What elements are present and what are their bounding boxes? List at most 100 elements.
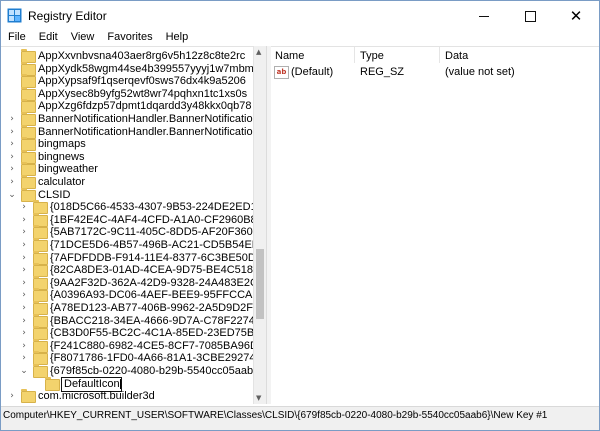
chevron-right-icon[interactable]: › [7, 390, 17, 403]
tree-item[interactable]: › bingnews [1, 149, 253, 164]
list-item[interactable]: ab (Default) REG_SZ (value not set) [271, 64, 599, 80]
tree-item-label: {9AA2F32D-362A-42D9-9328-24A483E2CCC3} [50, 276, 253, 289]
chevron-right-icon[interactable]: › [19, 340, 29, 353]
tree-item[interactable]: ⌄ {679f85cb-0220-4080-b29b-5540cc05aab6} [1, 364, 253, 378]
tree-item[interactable]: AppXxvnbvsna403aer8rg6v5h12z8c8te2rc [1, 49, 253, 63]
folder-icon [21, 389, 36, 404]
tree-item-label: {F8071786-1FD0-4A66-81A1-3CBE29274458} [50, 352, 253, 365]
minimize-icon [479, 15, 489, 17]
tree-item-label: bingmaps [38, 138, 86, 151]
tree-item[interactable]: › bingmaps [1, 137, 253, 152]
chevron-right-icon[interactable]: › [19, 315, 29, 328]
maximize-button[interactable] [507, 1, 553, 31]
tree-item[interactable]: AppXypsaf9f1qserqevf0sws76dx4k9a5206 [1, 74, 253, 89]
close-button[interactable]: ✕ [553, 1, 599, 31]
tree-item[interactable]: › BannerNotificationHandler.BannerNotific… [1, 112, 253, 126]
values-list-pane[interactable]: Name Type Data ab (Default) REG_SZ (valu… [271, 46, 599, 405]
tree-item-label: {A78ED123-AB77-406B-9962-2A5D9D2F7F30} [50, 302, 253, 314]
tree-item-label: {BBACC218-34EA-4666-9D7A-C78F2274A524} [50, 314, 253, 327]
chevron-down-icon[interactable]: ⌄ [19, 365, 29, 378]
tree-item[interactable]: › {CB3D0F55-BC2C-4C1A-85ED-23ED75B5106B} [1, 326, 253, 341]
chevron-right-icon[interactable]: › [7, 113, 17, 126]
tree-item-label: {82CA8DE3-01AD-4CEA-9D75-BE4C51810A9E} [50, 264, 253, 277]
chevron-right-icon[interactable]: › [7, 126, 17, 139]
chevron-right-icon[interactable]: › [7, 151, 17, 164]
menu-file[interactable]: File [1, 31, 32, 45]
menu-edit[interactable]: Edit [32, 31, 64, 45]
tree-item-label: AppXypsaf9f1qserqevf0sws76dx4k9a5206 [38, 75, 246, 88]
chevron-right-icon[interactable]: › [19, 239, 29, 252]
column-header-type[interactable]: Type [360, 50, 384, 62]
column-header-data[interactable]: Data [445, 50, 468, 62]
tree-item-label: {018D5C66-4533-4307-9B53-224DE2ED1FE6} [50, 201, 253, 214]
scroll-thumb[interactable] [256, 249, 264, 319]
chevron-right-icon[interactable]: › [19, 289, 29, 302]
tree-item-label: CLSID [38, 188, 71, 201]
tree-item-label: {CB3D0F55-BC2C-4C1A-85ED-23ED75B5106B} [50, 327, 253, 340]
tree-item[interactable]: › bingweather [1, 162, 253, 177]
window-title: Registry Editor [28, 9, 107, 23]
minimize-button[interactable] [461, 1, 507, 31]
tree-item-label: bingweather [38, 163, 98, 176]
tree-item[interactable]: AppXzg6fdzp57dpmt1dqardd3y48kkx0qb78 [1, 99, 253, 114]
tree-item[interactable]: › {A78ED123-AB77-406B-9962-2A5D9D2F7F30} [1, 301, 253, 315]
tree-item[interactable]: › {018D5C66-4533-4307-9B53-224DE2ED1FE6} [1, 200, 253, 215]
tree-item-label: {1BF42E4C-4AF4-4CFD-A1A0-CF2960B8F63E} [50, 213, 253, 226]
close-icon: ✕ [569, 6, 583, 25]
list-header: Name Type Data [271, 47, 599, 63]
menu-view[interactable]: View [64, 31, 101, 45]
tree-vertical-scrollbar[interactable]: ▲ ▼ [253, 46, 266, 404]
chevron-right-icon[interactable]: › [19, 302, 29, 315]
tree-item[interactable]: AppXydk58wgm44se4b399557yyyj1w7mbmvd [1, 61, 253, 76]
chevron-right-icon[interactable]: › [19, 277, 29, 290]
tree-item[interactable]: › {82CA8DE3-01AD-4CEA-9D75-BE4C51810A9E} [1, 263, 253, 278]
chevron-right-icon[interactable]: › [7, 163, 17, 176]
chevron-right-icon[interactable]: › [19, 327, 29, 340]
string-value-icon: ab [274, 66, 289, 79]
registry-editor-icon [7, 8, 22, 23]
tree-item-label: {5AB7172C-9C11-405C-8DD5-AF20F3606282} [50, 226, 253, 239]
chevron-right-icon[interactable]: › [19, 252, 29, 265]
tree-item-label: {F241C880-6982-4CE5-8CF7-7085BA96DA5A} [50, 339, 253, 352]
tree-item[interactable]: › {71DCE5D6-4B57-496B-AC21-CD5B54EB93FD} [1, 238, 253, 252]
tree-item-label: {A0396A93-DC06-4AEF-BEE9-95FFCCAEF20E} [50, 289, 253, 302]
chevron-right-icon[interactable]: › [19, 214, 29, 227]
tree-item[interactable]: › BannerNotificationHandler.BannerNotific… [1, 124, 253, 139]
key-tree-pane[interactable]: AppXxvnbvsna403aer8rg6v5h12z8c8te2rc AppX… [1, 46, 253, 405]
chevron-right-icon[interactable]: › [19, 226, 29, 239]
menu-help[interactable]: Help [159, 31, 195, 45]
chevron-right-icon[interactable]: › [7, 176, 17, 189]
title-bar[interactable]: Registry Editor ✕ [1, 1, 599, 31]
tree-item-label: AppXxvnbvsna403aer8rg6v5h12z8c8te2rc [38, 50, 246, 62]
tree-item-label: AppXysec8b9yfg52wt8wr74pqhxn1tc1xs0s [38, 87, 248, 100]
tree-item[interactable]: › calculator [1, 175, 253, 189]
status-path: Computer\HKEY_CURRENT_USER\SOFTWARE\Clas… [3, 410, 548, 421]
text-caret [119, 378, 121, 389]
menu-bar: File Edit View Favorites Help [1, 31, 599, 45]
tree-item-label: com.microsoft.builder3d [38, 390, 155, 403]
value-name: (Default) [291, 66, 334, 78]
tree-item[interactable]: DefaultIcon [1, 376, 253, 392]
tree-item-label: AppXzg6fdzp57dpmt1dqardd3y48kkx0qb78 [38, 100, 252, 113]
tree-item[interactable]: › com.microsoft.builder3d [1, 389, 253, 404]
tree-item[interactable]: AppXysec8b9yfg52wt8wr74pqhxn1tc1xs0s [1, 86, 253, 101]
menu-favorites[interactable]: Favorites [100, 31, 158, 45]
chevron-right-icon[interactable]: › [19, 264, 29, 277]
registry-editor-window: Registry Editor ✕ File Edit View Favorit… [0, 0, 600, 431]
scroll-up-icon[interactable]: ▲ [256, 48, 261, 56]
column-divider[interactable] [354, 47, 355, 63]
column-header-name[interactable]: Name [275, 50, 304, 62]
chevron-right-icon[interactable]: › [19, 352, 29, 365]
status-bar: Computer\HKEY_CURRENT_USER\SOFTWARE\Clas… [1, 406, 599, 430]
column-divider[interactable] [439, 47, 440, 63]
tree-item-label: calculator [38, 176, 86, 188]
chevron-right-icon[interactable]: › [7, 138, 17, 151]
scroll-down-icon[interactable]: ▼ [256, 394, 261, 402]
tree-item-label: {7AFDFDDB-F914-11E4-8377-6C3BE50D980C} [50, 251, 253, 264]
value-type: REG_SZ [360, 66, 405, 78]
maximize-icon [524, 10, 536, 22]
chevron-right-icon[interactable]: › [19, 201, 29, 214]
rename-key-text: DefaultIcon [64, 377, 120, 390]
chevron-down-icon[interactable]: ⌄ [7, 189, 17, 202]
folder-icon [45, 376, 60, 391]
